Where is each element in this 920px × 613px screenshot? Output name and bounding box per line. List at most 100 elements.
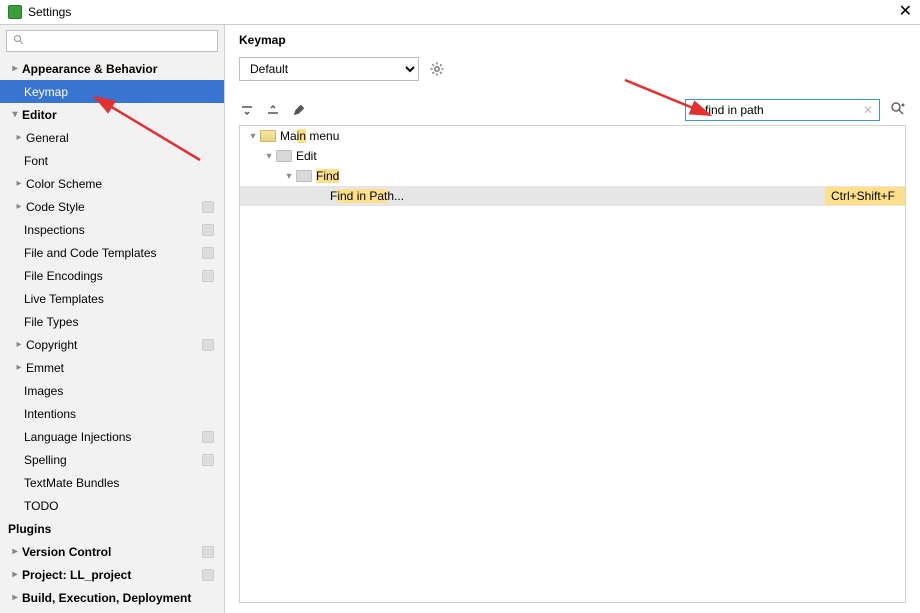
sidebar-item[interactable]: Keymap	[0, 80, 224, 103]
project-scope-icon	[202, 339, 214, 351]
row-label: Find in Path...	[330, 189, 404, 203]
actions-search-input[interactable]	[705, 103, 860, 117]
close-icon[interactable]: ✕	[899, 4, 912, 20]
sidebar-item[interactable]: ▸Appearance & Behavior	[0, 57, 224, 80]
folder-icon	[276, 150, 292, 162]
chevron-down-icon[interactable]: ▾	[246, 131, 260, 142]
sidebar-search[interactable]	[6, 30, 218, 52]
sidebar-item-label: Project: LL_project	[22, 568, 131, 582]
sidebar-item-label: Editor	[22, 108, 57, 122]
sidebar-item[interactable]: ▸Copyright	[0, 333, 224, 356]
chevron-right-icon[interactable]: ▸	[8, 569, 22, 580]
search-icon	[690, 103, 702, 118]
sidebar-item[interactable]: Font	[0, 149, 224, 172]
gear-icon[interactable]	[429, 61, 445, 77]
sidebar-item[interactable]: File Encodings	[0, 264, 224, 287]
row-label: Edit	[296, 149, 317, 163]
titlebar: Settings ✕	[0, 0, 920, 25]
chevron-down-icon[interactable]: ▾	[282, 171, 296, 182]
shortcut-label: Ctrl+Shift+F	[825, 187, 905, 205]
search-icon	[13, 34, 25, 49]
project-scope-icon	[202, 454, 214, 466]
sidebar: ▸Appearance & BehaviorKeymap▾Editor▸Gene…	[0, 25, 225, 613]
sidebar-item-label: Appearance & Behavior	[22, 62, 157, 76]
settings-tree: ▸Appearance & BehaviorKeymap▾Editor▸Gene…	[0, 57, 224, 613]
tree-row-edit[interactable]: ▾ Edit	[240, 146, 905, 166]
project-scope-icon	[202, 431, 214, 443]
sidebar-item-label: Language Injections	[24, 430, 131, 444]
chevron-right-icon[interactable]: ▸	[8, 592, 22, 603]
chevron-right-icon[interactable]: ▸	[12, 178, 26, 189]
sidebar-item[interactable]: ▸General	[0, 126, 224, 149]
chevron-right-icon[interactable]: ▸	[12, 339, 26, 350]
project-scope-icon	[202, 546, 214, 558]
chevron-right-icon[interactable]: ▸	[12, 201, 26, 212]
sidebar-item[interactable]: ▾Editor	[0, 103, 224, 126]
sidebar-item[interactable]: TODO	[0, 494, 224, 517]
sidebar-search-input[interactable]	[29, 34, 211, 48]
folder-icon	[260, 130, 276, 142]
sidebar-item-label: Version Control	[22, 545, 111, 559]
project-scope-icon	[202, 569, 214, 581]
project-scope-icon	[202, 201, 214, 213]
sidebar-item-label: Emmet	[26, 361, 64, 375]
sidebar-item-label: File Types	[24, 315, 78, 329]
sidebar-item-label: Spelling	[24, 453, 67, 467]
sidebar-item[interactable]: Plugins	[0, 517, 224, 540]
sidebar-item-label: Font	[24, 154, 48, 168]
actions-tree: ▾ Main menu ▾ Edit ▾ Find Find in Path..…	[239, 125, 906, 603]
sidebar-item-label: Intentions	[24, 407, 76, 421]
sidebar-item[interactable]: TextMate Bundles	[0, 471, 224, 494]
sidebar-item[interactable]: Spelling	[0, 448, 224, 471]
sidebar-item-label: Build, Execution, Deployment	[22, 591, 191, 605]
sidebar-item[interactable]: ▸Project: LL_project	[0, 563, 224, 586]
chevron-right-icon[interactable]: ▸	[12, 132, 26, 143]
sidebar-item-label: Keymap	[24, 85, 68, 99]
sidebar-item-label: File and Code Templates	[24, 246, 157, 260]
sidebar-item-label: TextMate Bundles	[24, 476, 119, 490]
main-panel: Keymap Default	[225, 25, 920, 613]
chevron-down-icon[interactable]: ▾	[262, 151, 276, 162]
sidebar-item[interactable]: ▸Code Style	[0, 195, 224, 218]
sidebar-item[interactable]: ▸Emmet	[0, 356, 224, 379]
row-label: Find	[316, 169, 339, 183]
page-title: Keymap	[239, 33, 906, 47]
sidebar-item[interactable]: ▸Build, Execution, Deployment	[0, 586, 224, 609]
chevron-right-icon[interactable]: ▸	[12, 362, 26, 373]
sidebar-item[interactable]: ▸Version Control	[0, 540, 224, 563]
collapse-all-icon[interactable]	[265, 102, 281, 118]
expand-all-icon[interactable]	[239, 102, 255, 118]
sidebar-item[interactable]: Live Templates	[0, 287, 224, 310]
content: ▸Appearance & BehaviorKeymap▾Editor▸Gene…	[0, 25, 920, 613]
app-icon	[8, 5, 22, 19]
chevron-down-icon[interactable]: ▾	[8, 109, 22, 120]
sidebar-item-label: Code Style	[26, 200, 85, 214]
sidebar-item[interactable]: Images	[0, 379, 224, 402]
sidebar-item-label: General	[26, 131, 69, 145]
sidebar-item-label: TODO	[24, 499, 58, 513]
sidebar-item[interactable]: File Types	[0, 310, 224, 333]
clear-icon[interactable]: ✕	[860, 103, 876, 117]
chevron-right-icon[interactable]: ▸	[8, 546, 22, 557]
find-by-shortcut-icon[interactable]	[890, 101, 906, 120]
sidebar-item[interactable]: Inspections	[0, 218, 224, 241]
chevron-right-icon[interactable]: ▸	[8, 63, 22, 74]
folder-icon	[296, 170, 312, 182]
edit-icon[interactable]	[291, 102, 307, 118]
sidebar-item[interactable]: File and Code Templates	[0, 241, 224, 264]
project-scope-icon	[202, 270, 214, 282]
sidebar-item-label: Inspections	[24, 223, 85, 237]
tree-row-find[interactable]: ▾ Find	[240, 166, 905, 186]
sidebar-item-label: Live Templates	[24, 292, 104, 306]
sidebar-item[interactable]: ▸Color Scheme	[0, 172, 224, 195]
tree-row-find-in-path[interactable]: Find in Path... Ctrl+Shift+F	[240, 186, 905, 206]
actions-search[interactable]: ✕	[685, 99, 880, 121]
sidebar-item[interactable]: Intentions	[0, 402, 224, 425]
sidebar-item-label: File Encodings	[24, 269, 103, 283]
project-scope-icon	[202, 224, 214, 236]
project-scope-icon	[202, 247, 214, 259]
sidebar-item-label: Color Scheme	[26, 177, 102, 191]
tree-row-main-menu[interactable]: ▾ Main menu	[240, 126, 905, 146]
keymap-scheme-select[interactable]: Default	[239, 57, 419, 81]
sidebar-item[interactable]: Language Injections	[0, 425, 224, 448]
